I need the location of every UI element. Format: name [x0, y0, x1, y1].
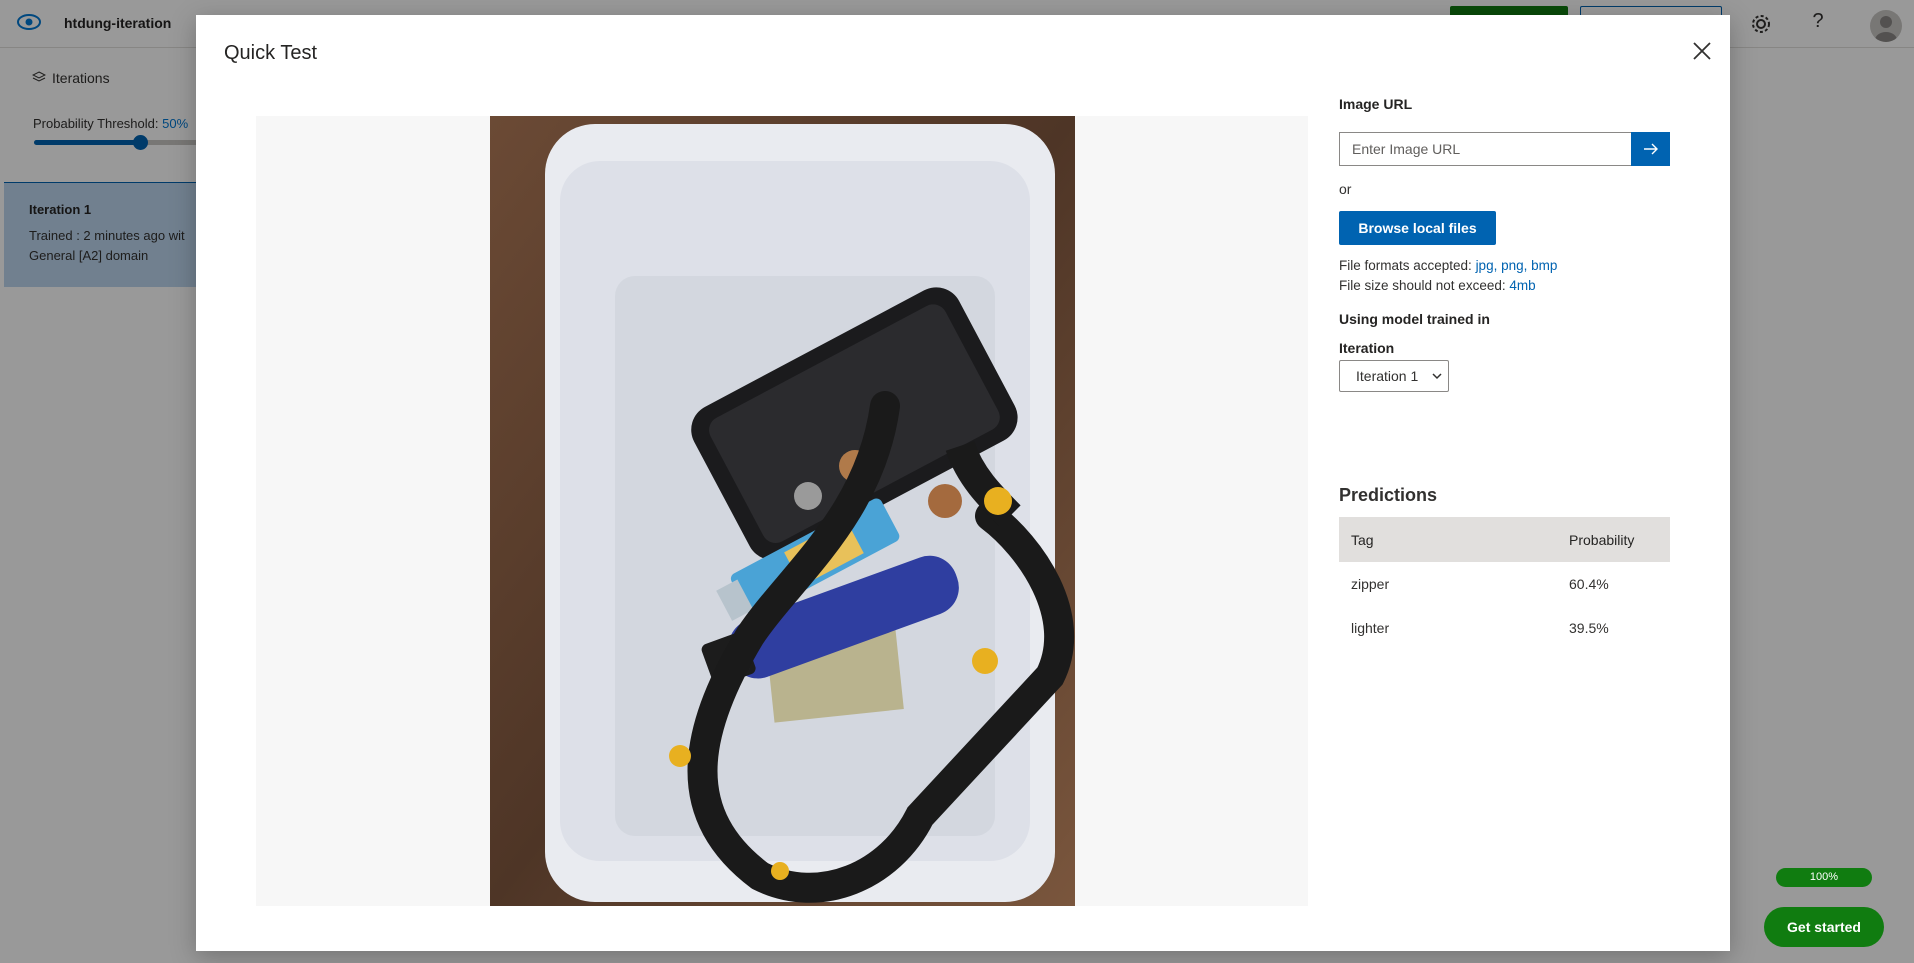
column-header-probability: Probability: [1569, 531, 1635, 548]
file-size-value: 4mb: [1509, 278, 1536, 293]
get-started-button[interactable]: Get started: [1764, 907, 1884, 947]
close-icon[interactable]: [1690, 39, 1714, 63]
or-label: or: [1339, 181, 1352, 197]
table-row: zipper 60.4%: [1339, 562, 1670, 606]
prediction-probability: 60.4%: [1569, 576, 1609, 592]
dialog-title: Quick Test: [224, 42, 317, 64]
file-size-text: File size should not exceed: 4mb: [1339, 278, 1536, 293]
predictions-table: Tag Probability zipper 60.4% lighter 39.…: [1339, 517, 1670, 650]
progress-badge: 100%: [1776, 868, 1872, 887]
prediction-probability: 39.5%: [1569, 620, 1609, 636]
quick-test-dialog: Quick Test Image URL Enter Image URL or …: [196, 15, 1730, 951]
prediction-tag: lighter: [1351, 620, 1390, 636]
chevron-down-icon: [1432, 373, 1442, 380]
iteration-select[interactable]: Iteration 1: [1339, 360, 1449, 392]
browse-local-files-button[interactable]: Browse local files: [1339, 211, 1496, 245]
image-url-input[interactable]: [1339, 132, 1631, 166]
test-image: [490, 116, 1075, 906]
arrow-right-icon: [1643, 143, 1658, 155]
iteration-select-value: Iteration 1: [1356, 368, 1419, 384]
file-formats-value: jpg, png, bmp: [1475, 258, 1558, 273]
column-header-tag: Tag: [1351, 531, 1374, 548]
iteration-label: Iteration: [1339, 340, 1395, 356]
prediction-tag: zipper: [1351, 576, 1390, 592]
predictions-title: Predictions: [1339, 485, 1438, 505]
image-url-label: Image URL: [1339, 96, 1413, 112]
file-formats-text: File formats accepted: jpg, png, bmp: [1339, 258, 1558, 273]
table-row: lighter 39.5%: [1339, 606, 1670, 650]
quick-test-panel: Image URL or Browse local files File for…: [1339, 15, 1679, 951]
model-label: Using model trained in: [1339, 311, 1490, 327]
predictions-header: Tag Probability: [1339, 517, 1670, 562]
submit-url-button[interactable]: [1631, 132, 1670, 166]
image-preview-area: [256, 116, 1308, 906]
